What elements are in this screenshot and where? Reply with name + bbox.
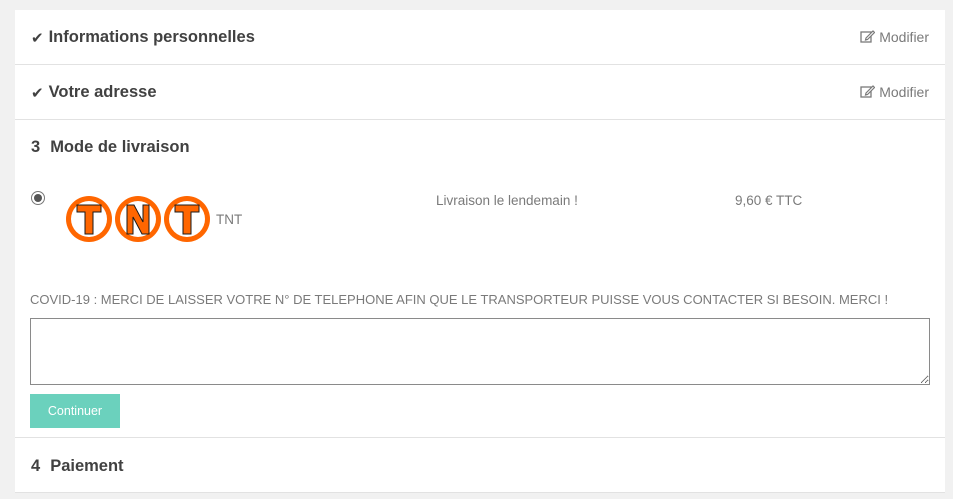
step-personal-info: ✔ Informations personnelles Modifier (15, 10, 945, 65)
continue-button[interactable]: Continuer (30, 394, 120, 428)
carrier-price: 9,60 € TTC (735, 193, 803, 208)
step-delivery-title: 3 Mode de livraison (31, 138, 190, 157)
edit-icon (860, 85, 876, 98)
step-payment-label: Paiement (50, 457, 124, 475)
modify-address-link[interactable]: Modifier (860, 84, 929, 100)
tnt-logo (66, 196, 210, 242)
modify-label: Modifier (879, 84, 929, 100)
checkmark-icon: ✔ (31, 29, 44, 47)
carrier-radio-tnt[interactable] (31, 191, 45, 205)
step-personal-info-label: Informations personnelles (48, 28, 255, 46)
delivery-comment-label: COVID-19 : MERCI DE LAISSER VOTRE N° DE … (30, 292, 889, 307)
carrier-delay: Livraison le lendemain ! (436, 193, 578, 208)
checkmark-icon: ✔ (31, 84, 44, 102)
delivery-comment-textarea[interactable] (30, 318, 930, 385)
step-number: 4 (31, 457, 41, 475)
checkout-steps: ✔ Informations personnelles Modifier ✔ V… (15, 10, 945, 493)
step-payment-title: 4 Paiement (31, 457, 124, 476)
step-delivery-label: Mode de livraison (50, 138, 190, 156)
step-personal-info-title[interactable]: ✔ Informations personnelles (31, 28, 255, 47)
step-address-label: Votre adresse (48, 83, 157, 101)
modify-personal-info-link[interactable]: Modifier (860, 29, 929, 45)
step-delivery: 3 Mode de livraison TNT Livraison le len (15, 120, 945, 438)
step-address-title[interactable]: ✔ Votre adresse (31, 83, 157, 102)
step-payment: 4 Paiement (15, 438, 945, 493)
step-number: 3 (31, 138, 41, 156)
step-address: ✔ Votre adresse Modifier (15, 65, 945, 120)
edit-icon (860, 30, 876, 43)
carrier-name: TNT (216, 212, 243, 227)
modify-label: Modifier (879, 29, 929, 45)
